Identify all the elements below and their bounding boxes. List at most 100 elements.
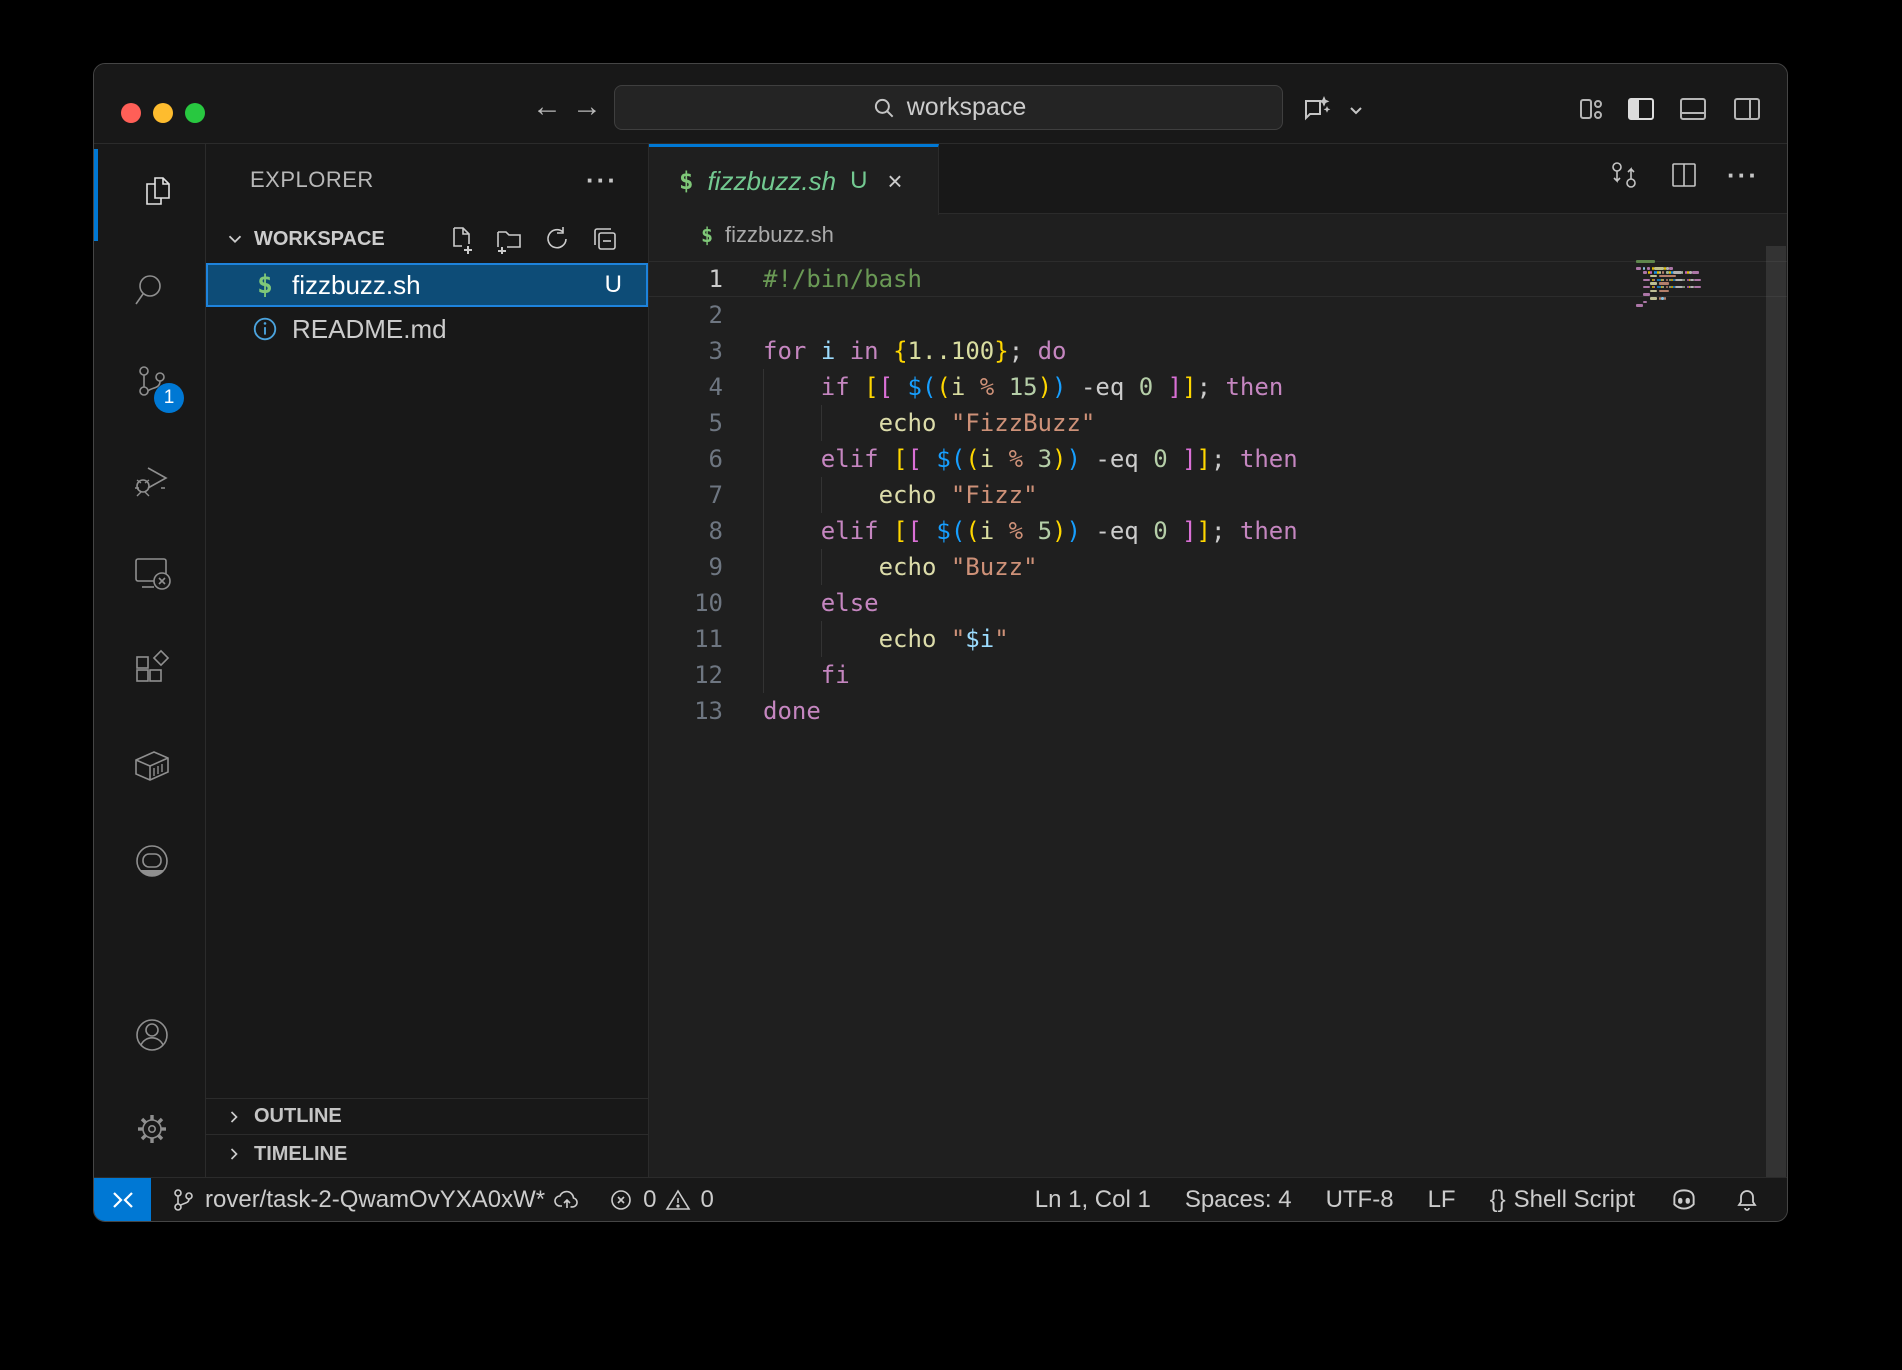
collapse-all-icon[interactable] xyxy=(590,224,620,254)
problems-item[interactable]: 0 0 xyxy=(607,1186,714,1214)
code-line-10[interactable]: 10 else xyxy=(649,585,1787,621)
run-debug-icon[interactable] xyxy=(128,454,176,502)
token: ( xyxy=(951,445,965,473)
settings-gear-icon[interactable] xyxy=(128,1105,176,1153)
explorer-icon[interactable] xyxy=(128,170,176,218)
token: i xyxy=(951,373,965,401)
token: "Fizz" xyxy=(951,481,1038,509)
maximize-window-button[interactable] xyxy=(185,103,205,123)
token: ] xyxy=(1197,517,1211,545)
token: " xyxy=(951,625,965,653)
workspace-section-label: WORKSPACE xyxy=(254,228,446,251)
code-line-12[interactable]: 12 fi xyxy=(649,657,1787,693)
minimap-line xyxy=(1675,286,1684,289)
token: ( xyxy=(951,517,965,545)
info-icon xyxy=(250,315,280,343)
token xyxy=(879,517,893,545)
vertical-scrollbar[interactable] xyxy=(1766,246,1786,1179)
token: elif xyxy=(821,517,879,545)
branch-name: rover/task-2-QwamOvYXA0xW* xyxy=(205,1186,545,1214)
toggle-panel-icon[interactable] xyxy=(1676,92,1710,126)
extensions-icon[interactable] xyxy=(128,644,176,692)
activity-bar: 1 xyxy=(94,144,206,1179)
explorer-more-icon[interactable]: ··· xyxy=(586,165,618,196)
token: [ xyxy=(879,373,893,401)
containers-icon[interactable] xyxy=(128,742,176,790)
workspace-section-header[interactable]: WORKSPACE xyxy=(206,221,648,257)
shell-icon: $ xyxy=(679,167,693,195)
refresh-icon[interactable] xyxy=(542,224,572,254)
cursor-position[interactable]: Ln 1, Col 1 xyxy=(1035,1186,1151,1214)
shell-icon: $ xyxy=(250,270,280,300)
code-line-9[interactable]: 9 echo "Buzz" xyxy=(649,549,1787,585)
code-line-3[interactable]: 3for i in {1..100}; do xyxy=(649,333,1787,369)
code-line-11[interactable]: 11 echo "$i" xyxy=(649,621,1787,657)
token xyxy=(879,337,893,365)
code-line-13[interactable]: 13done xyxy=(649,693,1787,729)
code-line-1[interactable]: 1#!/bin/bash xyxy=(649,261,1787,297)
minimap-line xyxy=(1650,275,1657,278)
token: $ xyxy=(936,517,950,545)
indent-guide xyxy=(763,369,764,405)
remote-explorer-icon[interactable] xyxy=(128,549,176,597)
code-line-2[interactable]: 2 xyxy=(649,297,1787,333)
accounts-icon[interactable] xyxy=(128,1011,176,1059)
code-editor[interactable]: 1#!/bin/bash23for i in {1..100}; do4 if … xyxy=(649,254,1787,1179)
close-tab-icon[interactable]: × xyxy=(887,166,902,197)
close-window-button[interactable] xyxy=(121,103,141,123)
minimize-window-button[interactable] xyxy=(153,103,173,123)
tunnel-icon[interactable] xyxy=(128,837,176,885)
remote-indicator[interactable] xyxy=(94,1178,151,1221)
token xyxy=(936,481,950,509)
token: ; xyxy=(1197,373,1226,401)
customize-layout-icon[interactable] xyxy=(1574,92,1608,126)
breadcrumb[interactable]: $ fizzbuzz.sh xyxy=(649,215,1787,254)
minimap-line xyxy=(1666,286,1668,289)
source-control-icon[interactable]: 1 xyxy=(128,359,176,407)
editor-group: $ fizzbuzz.sh U × ··· $ fizzbuzz.sh 1#!/… xyxy=(649,144,1787,1179)
braces-icon: {} xyxy=(1490,1186,1506,1214)
file-row-fizzbuzz[interactable]: $ fizzbuzz.sh U xyxy=(206,263,648,307)
language-mode[interactable]: {} Shell Script xyxy=(1490,1186,1635,1214)
outline-section-header[interactable]: OUTLINE xyxy=(206,1098,648,1134)
split-editor-icon[interactable] xyxy=(1667,158,1701,192)
chevron-down-icon[interactable] xyxy=(1344,98,1368,122)
open-changes-icon[interactable] xyxy=(1607,158,1641,192)
minimap-line xyxy=(1666,279,1668,282)
encoding[interactable]: UTF-8 xyxy=(1326,1186,1394,1214)
indentation[interactable]: Spaces: 4 xyxy=(1185,1186,1292,1214)
timeline-section-header[interactable]: TIMELINE xyxy=(206,1134,648,1173)
code-line-5[interactable]: 5 echo "FizzBuzz" xyxy=(649,405,1787,441)
minimap-line xyxy=(1643,271,1647,274)
editor-more-actions-icon[interactable]: ··· xyxy=(1727,160,1759,191)
search-icon[interactable] xyxy=(128,266,176,314)
search-icon xyxy=(871,95,897,121)
code-line-7[interactable]: 7 echo "Fizz" xyxy=(649,477,1787,513)
copilot-icon[interactable] xyxy=(1300,92,1334,126)
minimap-line xyxy=(1643,286,1650,289)
new-file-icon[interactable] xyxy=(446,224,476,254)
copilot-status-icon[interactable] xyxy=(1669,1185,1699,1215)
new-folder-icon[interactable] xyxy=(494,224,524,254)
minimap-line xyxy=(1673,271,1682,274)
token: echo xyxy=(879,409,937,437)
token xyxy=(936,625,950,653)
tab-fizzbuzz[interactable]: $ fizzbuzz.sh U × xyxy=(649,144,939,215)
bell-icon[interactable] xyxy=(1733,1186,1761,1214)
command-center-search[interactable]: workspace xyxy=(614,85,1283,130)
minimap[interactable] xyxy=(1636,260,1766,330)
tab-label: fizzbuzz.sh xyxy=(707,166,836,197)
chevron-down-icon xyxy=(224,228,246,250)
file-row-readme[interactable]: README.md xyxy=(206,307,648,351)
toggle-secondary-sidebar-icon[interactable] xyxy=(1730,92,1764,126)
indent-guide xyxy=(821,549,822,585)
code-line-6[interactable]: 6 elif [[ $((i % 3)) -eq 0 ]]; then xyxy=(649,441,1787,477)
git-branch-item[interactable]: rover/task-2-QwamOvYXA0xW* xyxy=(169,1186,581,1214)
forward-arrow[interactable]: → xyxy=(572,90,602,124)
code-line-4[interactable]: 4 if [[ $((i % 15)) -eq 0 ]]; then xyxy=(649,369,1787,405)
eol-sequence[interactable]: LF xyxy=(1428,1186,1456,1214)
code-line-8[interactable]: 8 elif [[ $((i % 5)) -eq 0 ]]; then xyxy=(649,513,1787,549)
back-arrow[interactable]: ← xyxy=(532,90,562,124)
token: "FizzBuzz" xyxy=(951,409,1096,437)
toggle-sidebar-icon[interactable] xyxy=(1624,92,1658,126)
